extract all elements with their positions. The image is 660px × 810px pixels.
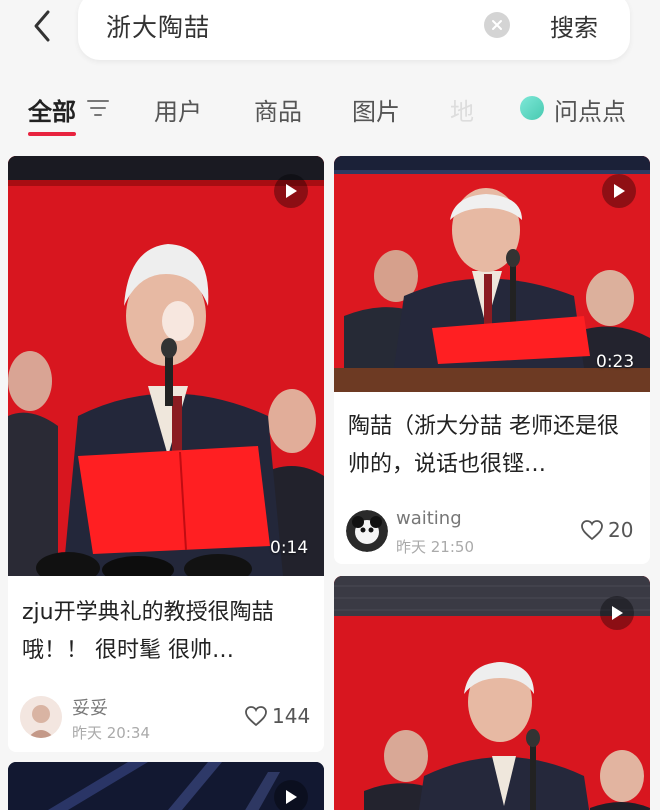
note-card[interactable] xyxy=(334,576,650,810)
like-count[interactable]: 144 xyxy=(244,704,310,728)
note-card[interactable]: 0:14 zju开学典礼的教授很陶喆哦！！ 很时髦 很帅… 妥妥 昨天 20:3… xyxy=(8,156,324,752)
stage-photo xyxy=(8,156,324,576)
clear-icon[interactable] xyxy=(484,12,510,38)
heart-icon[interactable] xyxy=(244,705,268,727)
active-tab-indicator xyxy=(28,132,76,136)
like-count-value: 20 xyxy=(608,518,634,542)
note-title[interactable]: 陶喆（浙大分喆 老师还是很帅的，说话也很铿… xyxy=(348,408,640,484)
chevron-left-icon xyxy=(34,10,50,42)
video-duration: 0:14 xyxy=(270,538,309,558)
post-time: 昨天 20:34 xyxy=(72,724,150,742)
video-thumbnail[interactable]: 0:14 xyxy=(8,156,324,576)
author-name[interactable]: 妥妥 xyxy=(72,694,108,720)
video-thumbnail[interactable] xyxy=(334,576,650,810)
play-icon[interactable] xyxy=(274,780,308,810)
play-icon[interactable] xyxy=(602,174,636,208)
avatar[interactable] xyxy=(346,510,388,552)
filter-icon[interactable] xyxy=(87,98,109,118)
like-count-value: 144 xyxy=(272,704,311,728)
qa-logo-icon xyxy=(520,96,544,120)
search-button[interactable]: 搜索 xyxy=(550,8,598,43)
video-duration: 0:23 xyxy=(596,352,635,372)
avatar[interactable] xyxy=(20,696,62,738)
post-time: 昨天 21:50 xyxy=(396,538,474,556)
note-card[interactable] xyxy=(8,762,324,810)
author-name[interactable]: waiting xyxy=(396,508,462,529)
tab-all[interactable]: 全部 xyxy=(28,92,76,127)
search-input[interactable]: 浙大陶喆 搜索 xyxy=(78,0,630,60)
heart-icon[interactable] xyxy=(580,519,604,541)
play-icon[interactable] xyxy=(274,174,308,208)
search-query[interactable]: 浙大陶喆 xyxy=(106,8,210,44)
back-button[interactable] xyxy=(22,4,62,48)
note-card[interactable]: 0:23 陶喆（浙大分喆 老师还是很帅的，说话也很铿… waiting 昨天 2… xyxy=(334,156,650,564)
tab-images[interactable]: 图片 xyxy=(352,92,400,127)
tab-map[interactable]: 地 xyxy=(450,92,474,127)
tab-users[interactable]: 用户 xyxy=(154,92,202,127)
tab-products[interactable]: 商品 xyxy=(254,92,302,127)
note-title[interactable]: zju开学典礼的教授很陶喆哦！！ 很时髦 很帅… xyxy=(22,594,314,670)
like-count[interactable]: 20 xyxy=(580,518,633,542)
video-thumbnail[interactable] xyxy=(8,762,324,810)
tab-qa[interactable]: 问点点 xyxy=(554,92,626,127)
play-icon[interactable] xyxy=(600,596,634,630)
search-header: 浙大陶喆 搜索 xyxy=(0,0,660,76)
video-thumbnail[interactable]: 0:23 xyxy=(334,156,650,392)
